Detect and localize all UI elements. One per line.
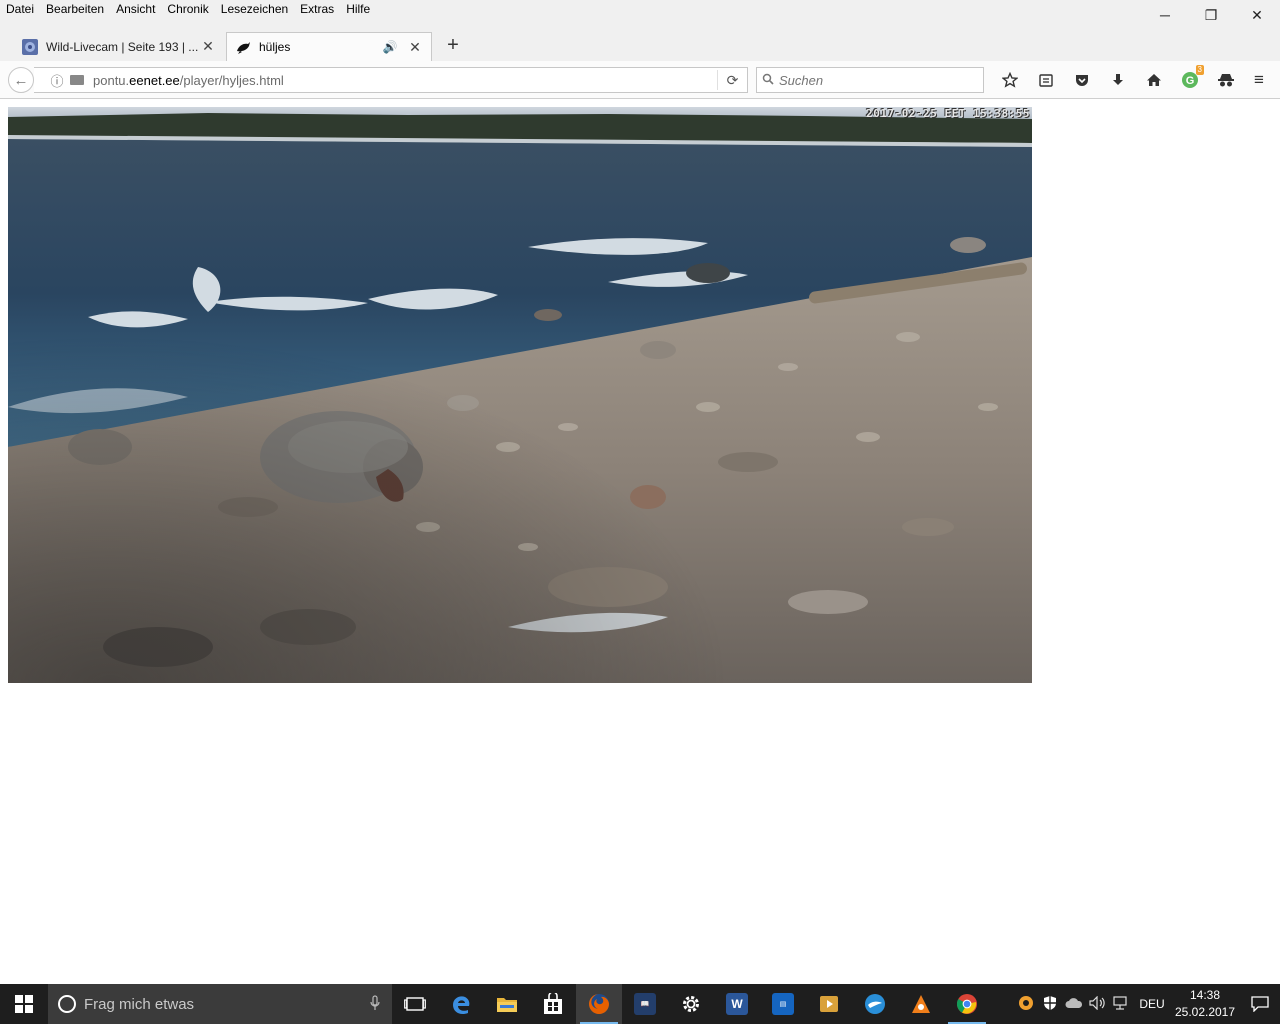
bookmark-star-icon[interactable] [992, 67, 1028, 93]
url-prefix: pontu. [93, 72, 130, 88]
livecam-video[interactable]: 2017-02-25 EET 15:38:55 [8, 107, 1032, 683]
minimize-button[interactable]: ─ [1142, 0, 1188, 30]
chrome-icon[interactable] [944, 984, 990, 1024]
home-icon[interactable] [1136, 67, 1172, 93]
clock[interactable]: 14:38 25.02.2017 [1170, 987, 1240, 1021]
language-indicator[interactable]: DEU [1134, 997, 1170, 1011]
page-content: 2017-02-25 EET 15:38:55 [0, 99, 1280, 984]
search-input[interactable] [779, 72, 969, 88]
menu-button[interactable]: ≡ [1246, 67, 1272, 93]
reading-list-icon[interactable] [1028, 67, 1064, 93]
close-tab-icon[interactable]: ✕ [407, 39, 423, 56]
action-center-icon[interactable] [1240, 984, 1280, 1024]
settings-icon[interactable] [668, 984, 714, 1024]
url-bar[interactable]: ⓘ pontu.eenet.ee/player/hyljes.html ⟳ [34, 67, 748, 93]
extension-icon[interactable]: G 3 [1172, 65, 1208, 93]
windows-taskbar: Frag mich etwas 📖 W ▤ DEU 14:38 25.02.20… [0, 984, 1280, 1024]
seal-favicon-icon [235, 39, 251, 55]
tab-wild-livecam[interactable]: Wild-Livecam | Seite 193 | ... ✕ [14, 32, 224, 61]
menu-bearbeiten[interactable]: Bearbeiten [40, 0, 110, 20]
close-window-button[interactable]: ✕ [1234, 0, 1280, 30]
extension-badge: 3 [1195, 65, 1204, 75]
clock-time: 14:38 [1189, 988, 1221, 1002]
kindle-icon[interactable]: 📖 [622, 984, 668, 1024]
onedrive-icon[interactable] [1062, 997, 1086, 1012]
clock-date: 25.02.2017 [1174, 1005, 1236, 1019]
word-glyph: W [726, 993, 748, 1015]
cortana-search[interactable]: Frag mich etwas [48, 984, 392, 1024]
cortana-icon [58, 995, 76, 1013]
menu-chronik[interactable]: Chronik [161, 0, 214, 20]
back-button[interactable]: ← [8, 67, 34, 93]
search-bar[interactable] [756, 67, 984, 93]
window-controls: ─ ❐ ✕ [1142, 0, 1280, 30]
menu-lesezeichen[interactable]: Lesezeichen [215, 0, 294, 20]
restore-button[interactable]: ❐ [1188, 0, 1234, 30]
system-tray: DEU 14:38 25.02.2017 [1014, 984, 1280, 1024]
task-view-icon[interactable] [392, 984, 438, 1024]
shield-icon[interactable] [1038, 995, 1062, 1014]
url-host: eenet.ee [129, 72, 180, 88]
app-blue-icon[interactable]: ▤ [760, 984, 806, 1024]
incognito-icon[interactable] [1208, 67, 1244, 93]
search-icon [757, 73, 779, 88]
network-icon[interactable] [1110, 995, 1134, 1013]
navigation-bar: ⓘ pontu.eenet.ee/player/hyljes.html ⟳ ← … [0, 61, 1280, 99]
url-text[interactable]: pontu.eenet.ee/player/hyljes.html [93, 73, 717, 88]
url-path: /player/hyljes.html [179, 72, 284, 88]
download-icon[interactable] [1100, 67, 1136, 93]
forum-favicon-icon [22, 38, 38, 55]
firefox-icon[interactable] [576, 984, 622, 1024]
speaker-icon[interactable]: 🔊 [381, 40, 399, 54]
cortana-placeholder: Frag mich etwas [84, 995, 195, 1013]
avast-icon[interactable] [898, 984, 944, 1024]
microphone-icon[interactable] [370, 994, 380, 1014]
seal-beach-scene [8, 107, 1032, 683]
word-icon[interactable]: W [714, 984, 760, 1024]
windows-logo-icon [15, 995, 33, 1013]
tab-title: hüljes [259, 40, 291, 54]
bird-app-icon[interactable] [852, 984, 898, 1024]
info-icon[interactable]: ⓘ [48, 71, 66, 90]
menubar: Datei Bearbeiten Ansicht Chronik Lesezei… [0, 0, 1280, 20]
file-explorer-icon[interactable] [484, 984, 530, 1024]
close-tab-icon[interactable]: ✕ [200, 38, 216, 55]
tab-huljes[interactable]: hüljes 🔊 ✕ [226, 32, 432, 61]
menu-datei[interactable]: Datei [0, 0, 40, 20]
svg-text:G: G [1186, 75, 1195, 87]
new-tab-button[interactable]: + [442, 35, 464, 57]
menu-extras[interactable]: Extras [294, 0, 340, 20]
start-button[interactable] [0, 984, 48, 1024]
tab-title: Wild-Livecam | Seite 193 | ... [46, 39, 199, 54]
store-icon[interactable] [530, 984, 576, 1024]
tab-strip: Wild-Livecam | Seite 193 | ... ✕ hüljes … [0, 30, 1280, 61]
permissions-icon[interactable] [70, 75, 84, 85]
volume-icon[interactable] [1086, 995, 1110, 1013]
camera-timestamp: 2017-02-25 EET 15:38:55 [866, 107, 1030, 120]
toolbar-icons: G 3 [992, 65, 1244, 93]
menu-ansicht[interactable]: Ansicht [110, 0, 161, 20]
reload-icon[interactable]: ⟳ [717, 70, 747, 90]
tray-app-icon[interactable] [1014, 995, 1038, 1014]
edge-icon[interactable] [438, 984, 484, 1024]
app-blue-glyph: ▤ [772, 993, 794, 1015]
menu-hilfe[interactable]: Hilfe [340, 0, 376, 20]
pocket-icon[interactable] [1064, 67, 1100, 93]
kindle-glyph: 📖 [634, 993, 656, 1015]
media-player-icon[interactable] [806, 984, 852, 1024]
